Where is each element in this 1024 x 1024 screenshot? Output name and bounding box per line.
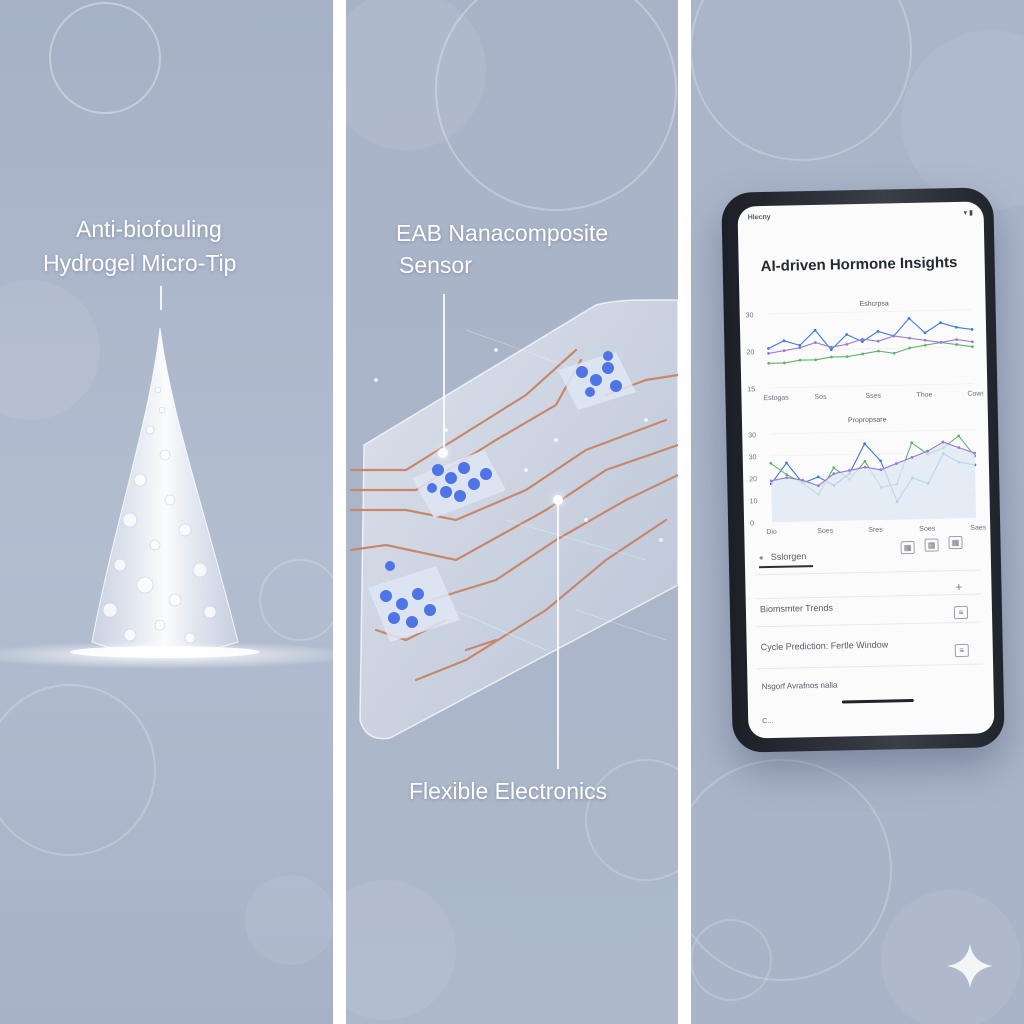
data-point <box>970 328 974 331</box>
x-tick-label: Sses <box>865 393 881 400</box>
tab-dot-icon: ● <box>758 553 764 563</box>
y-tick-label: 10 <box>750 498 758 505</box>
chart-2: 30 30 20 10 0 Dio Soes Sres Soes Saes <box>748 429 986 536</box>
x-tick-label: Dio <box>766 529 777 536</box>
data-point <box>971 345 974 349</box>
sensor-background <box>346 0 678 1024</box>
grid-line <box>770 429 975 435</box>
x-tick-label: Thoe <box>916 392 932 399</box>
data-point <box>861 337 864 341</box>
hydrogel-title-line2: Hydrogel Micro-Tip <box>43 250 237 276</box>
tablet-device: Hlecny ▾ ▮ AI-driven Hormone Insights Es… <box>721 187 1005 753</box>
data-point <box>829 355 833 359</box>
x-tick-label: Soes <box>817 528 834 535</box>
list-divider <box>755 593 982 600</box>
data-point <box>798 346 802 350</box>
hydrogel-panel: Anti-biofouling Hydrogel Micro-Tip <box>0 0 333 1024</box>
list-divider <box>756 621 983 628</box>
calendar-icon[interactable]: ▦ <box>948 535 963 550</box>
sensor-panel: EAB Nanacomposite Sensor Flexible Electr… <box>346 0 678 1024</box>
x-tick-label: Saes <box>970 524 986 531</box>
x-tick-label: Sres <box>868 527 883 534</box>
triptych-canvas: Anti-biofouling Hydrogel Micro-Tip EAB N… <box>0 0 1024 1024</box>
hydrogel-background <box>0 0 333 1024</box>
tab-underline <box>758 565 814 569</box>
list-item-3[interactable]: Nsgorf Avrafnos nalla <box>761 681 837 692</box>
y-tick-label: 20 <box>746 349 754 356</box>
data-point <box>955 338 958 342</box>
list-item-4[interactable]: C... <box>762 718 773 725</box>
data-point <box>908 346 912 350</box>
y-tick-label: 30 <box>746 312 754 319</box>
data-point <box>955 343 959 346</box>
data-point <box>845 342 849 346</box>
home-indicator <box>841 698 914 704</box>
data-point <box>876 349 880 353</box>
grid-line <box>767 309 972 315</box>
x-tick-label: Sos <box>814 394 827 401</box>
data-point <box>954 325 958 329</box>
data-point <box>892 351 896 355</box>
data-point <box>876 339 880 343</box>
data-point <box>908 336 911 340</box>
data-point <box>767 352 770 355</box>
x-tick-label: Cows <box>967 390 983 397</box>
calendar-icon[interactable]: ▦ <box>900 540 915 555</box>
plus-icon[interactable]: + <box>955 580 962 594</box>
list-icon[interactable]: ≡ <box>954 643 969 658</box>
sensor-callout-dot <box>438 448 448 458</box>
data-point <box>923 338 927 342</box>
list-divider <box>757 663 984 670</box>
electronics-leader-line <box>557 505 559 769</box>
data-point <box>939 341 943 344</box>
data-point <box>845 355 849 359</box>
sensor-leader-line <box>443 294 445 450</box>
x-tick-label: Soes <box>919 525 936 532</box>
y-tick-label: 0 <box>750 520 754 527</box>
y-tick-label: 20 <box>749 476 757 483</box>
sensor-title-line1: EAB Nanacomposite <box>396 220 609 246</box>
status-icons: ▾ ▮ <box>963 209 974 217</box>
data-point <box>861 352 865 356</box>
y-tick-label: 30 <box>749 454 757 461</box>
y-tick-label: 15 <box>747 386 755 393</box>
tab-label[interactable]: Sslorgen <box>771 551 807 562</box>
hydrogel-title-line1: Anti-biofouling <box>76 216 222 242</box>
list-icon[interactable]: ≡ <box>953 605 969 620</box>
grid-line <box>769 383 974 389</box>
data-point <box>814 358 818 362</box>
y-tick-label: 30 <box>748 432 756 439</box>
list-divider <box>755 569 982 576</box>
list-item-cycle-prediction[interactable]: Cycle Prediction: Fertle Window <box>761 640 889 653</box>
app-screen: Hlecny ▾ ▮ AI-driven Hormone Insights Es… <box>737 201 995 739</box>
data-point <box>783 361 786 365</box>
electronics-label: Flexible Electronics <box>409 778 608 804</box>
hydrogel-leader-line <box>160 286 162 310</box>
app-title: AI-driven Hormone Insights <box>760 253 958 276</box>
data-point <box>767 361 771 365</box>
electronics-callout-dot <box>553 495 563 505</box>
data-point <box>798 358 802 362</box>
status-bar-label: Hlecny <box>747 213 771 222</box>
data-point <box>970 340 974 344</box>
x-tick-label: Estogas <box>763 395 789 403</box>
calendar-icon[interactable]: ▦ <box>924 538 939 552</box>
list-item-trends[interactable]: Biomsmter Trends <box>760 603 833 615</box>
data-point <box>923 343 927 347</box>
data-point <box>813 341 817 344</box>
data-point <box>782 349 786 353</box>
chart-1: 30 20 15 Estogas Sos Sses Thoe Cows <box>746 309 984 403</box>
sensor-title-line2: Sensor <box>399 252 472 278</box>
